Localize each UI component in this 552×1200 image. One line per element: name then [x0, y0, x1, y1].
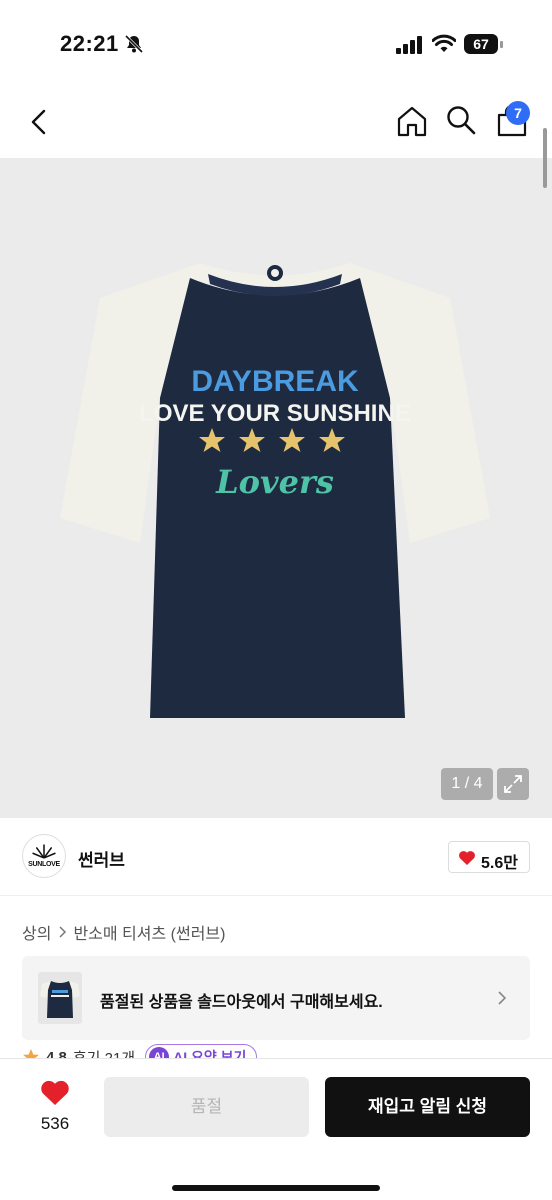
brand-row: SUNLOVE 썬러브 5.6만 [0, 820, 552, 896]
bottom-action-bar: 536 품절 재입고 알림 신청 [0, 1058, 552, 1200]
product-image-carousel[interactable]: DAYBREAK LOVE YOUR SUNSHINE Lovers [0, 158, 552, 818]
chevron-right-icon [59, 926, 67, 938]
expand-image-button[interactable] [497, 768, 529, 800]
status-time: 22:21 [60, 31, 119, 56]
page-scroll-indicator [543, 128, 547, 188]
product-thumbnail [38, 972, 82, 1024]
home-icon[interactable] [395, 104, 429, 138]
breadcrumb: 상의 반소매 티셔츠 (썬러브) [22, 920, 225, 944]
image-counter: 1 / 4 [441, 768, 493, 800]
tshirt-image: DAYBREAK LOVE YOUR SUNSHINE Lovers [60, 263, 490, 718]
status-bar: 22:21 67 [0, 0, 552, 88]
brand-name[interactable]: 썬러브 [78, 846, 125, 871]
restock-alert-button[interactable]: 재입고 알림 신청 [325, 1077, 530, 1137]
brand-logo-text: SUNLOVE [28, 861, 60, 868]
soldout-banner[interactable]: 품절된 상품을 솔드아웃에서 구매해보세요. [22, 956, 530, 1040]
chevron-right-icon [498, 991, 507, 1005]
bell-muted-icon [124, 34, 144, 54]
brand-logo[interactable]: SUNLOVE [22, 834, 66, 878]
breadcrumb-category[interactable]: 상의 [22, 920, 51, 944]
brand-like-button[interactable]: 5.6만 [448, 841, 530, 873]
top-nav [0, 88, 552, 158]
soldout-button[interactable]: 품절 [104, 1077, 309, 1137]
shirt-print-slogan: LOVE YOUR SUNSHINE [139, 400, 411, 427]
battery-icon: 67 [464, 34, 504, 54]
soldout-banner-text: 품절된 상품을 솔드아웃에서 구매해보세요. [100, 994, 383, 1011]
heart-filled-icon [459, 851, 475, 865]
heart-filled-icon [41, 1080, 69, 1105]
wifi-icon [432, 34, 456, 52]
wishlist-button[interactable]: 536 [28, 1079, 82, 1139]
shirt-print-lovers: Lovers [215, 463, 334, 501]
sun-logo-icon [32, 844, 56, 859]
cart-count-badge: 7 [506, 101, 530, 125]
wishlist-count: 536 [40, 1114, 70, 1133]
expand-icon [504, 775, 522, 793]
breadcrumb-subcategory[interactable]: 반소매 티셔츠 (썬러브) [73, 920, 225, 944]
battery-level: 67 [464, 34, 498, 54]
search-icon[interactable] [445, 104, 477, 136]
shirt-print-daybreak: DAYBREAK [191, 365, 359, 398]
brand-like-count: 5.6만 [481, 855, 518, 872]
home-indicator[interactable] [172, 1185, 380, 1191]
back-arrow-icon[interactable] [24, 106, 56, 138]
cellular-signal-icon [396, 36, 422, 54]
